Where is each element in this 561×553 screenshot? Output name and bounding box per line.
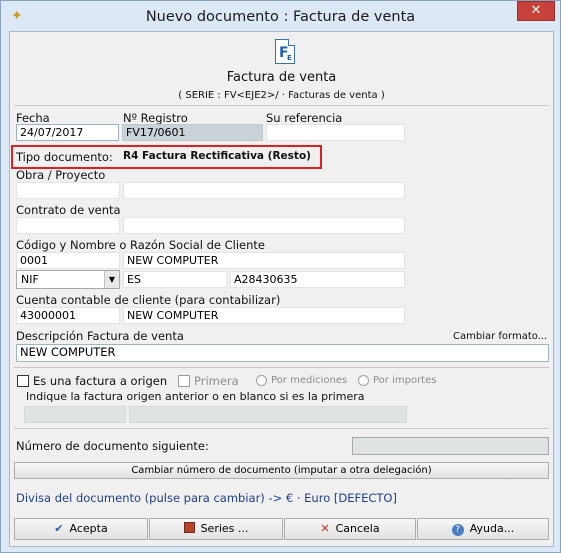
contrato-label: Contrato de venta [16, 203, 121, 217]
cancela-button[interactable]: ✕ Cancela [284, 518, 416, 540]
mediciones-radio[interactable] [256, 375, 267, 386]
dialog-window: ✦ Nuevo documento : Factura de venta ✕ F… [0, 0, 561, 553]
cliente-label: Código y Nombre o Razón Social de Client… [16, 238, 266, 252]
descripcion-input[interactable]: NEW COMPUTER [16, 344, 549, 362]
country-input[interactable]: ES [123, 271, 227, 288]
help-icon: ? [451, 524, 464, 536]
acepta-label: Acepta [69, 522, 108, 535]
obra-label: Obra / Proyecto [16, 168, 106, 182]
acepta-button[interactable]: ✔ Acepta [14, 518, 148, 540]
cancela-label: Cancela [335, 522, 380, 535]
primera-checkbox[interactable] [178, 375, 190, 387]
tipo-documento-value[interactable]: R4 Factura Rectificativa (Resto) [123, 150, 311, 162]
series-button[interactable]: Series ... [149, 518, 283, 540]
header-divider [14, 105, 549, 106]
cliente-name-input[interactable]: NEW COMPUTER [123, 252, 405, 269]
ayuda-button[interactable]: ? Ayuda... [417, 518, 549, 540]
cambiar-formato-link[interactable]: Cambiar formato... [453, 331, 547, 342]
descripcion-label: Descripción Factura de venta [16, 329, 184, 343]
origen-code-input[interactable] [24, 406, 126, 423]
cancel-x-icon: ✕ [320, 522, 330, 535]
cuenta-label: Cuenta contable de cliente (para contabi… [16, 293, 281, 307]
divisa-link[interactable]: Divisa del documento (pulse para cambiar… [16, 491, 397, 505]
importes-label: Por importes [373, 375, 437, 386]
cambiar-numero-button[interactable]: Cambiar número de documento (imputar a o… [14, 462, 549, 479]
document-type-title: Factura de venta [226, 70, 337, 85]
id-type-select[interactable]: NIF ▼ [16, 270, 120, 289]
divider-origin [14, 367, 549, 368]
mediciones-label: Por mediciones [271, 375, 348, 386]
primera-label: Primera [194, 374, 239, 388]
series-line: ( SERIE : FV<EJE2>/ · Facturas de venta … [178, 90, 385, 101]
divider-numbering [14, 428, 549, 429]
obra-name-input[interactable] [123, 182, 405, 199]
origen-name-input[interactable] [129, 406, 407, 423]
importes-radio[interactable] [358, 375, 369, 386]
siguiente-input[interactable] [352, 437, 549, 455]
title-bar[interactable]: ✦ Nuevo documento : Factura de venta ✕ [1, 1, 560, 31]
series-label: Series ... [200, 522, 249, 535]
close-button[interactable]: ✕ [517, 1, 555, 21]
id-type-value: NIF [21, 273, 39, 286]
cuenta-name-input[interactable]: NEW COMPUTER [123, 307, 405, 324]
chevron-down-icon[interactable]: ▼ [104, 271, 119, 288]
registro-label: Nº Registro [123, 111, 188, 125]
factura-origen-checkbox[interactable] [17, 375, 29, 387]
nif-input[interactable]: A28430635 [230, 271, 405, 288]
cliente-code-input[interactable]: 0001 [16, 252, 120, 269]
indique-text: Indique la factura origen anterior o en … [26, 390, 365, 403]
referencia-input[interactable] [266, 124, 405, 141]
contrato-code-input[interactable] [16, 217, 120, 234]
factura-origen-label: Es una factura a origen [33, 374, 168, 388]
contrato-name-input[interactable] [123, 217, 405, 234]
referencia-label: Su referencia [266, 111, 343, 125]
fecha-input[interactable]: 24/07/2017 [16, 124, 119, 141]
series-icon [183, 522, 195, 533]
siguiente-label: Número de documento siguiente: [16, 439, 209, 453]
tipo-documento-label: Tipo documento: [16, 150, 113, 164]
fecha-label: Fecha [16, 111, 50, 125]
dialog-body: F E Factura de venta ( SERIE : FV<EJE2>/… [9, 31, 554, 547]
obra-code-input[interactable] [16, 182, 120, 199]
cuenta-code-input[interactable]: 43000001 [16, 307, 120, 324]
registro-field: FV17/0601 [122, 124, 263, 141]
invoice-document-icon: F E [275, 39, 295, 64]
ayuda-label: Ayuda... [469, 522, 515, 535]
checkmark-icon: ✔ [54, 522, 64, 535]
window-title: Nuevo documento : Factura de venta [145, 9, 416, 25]
